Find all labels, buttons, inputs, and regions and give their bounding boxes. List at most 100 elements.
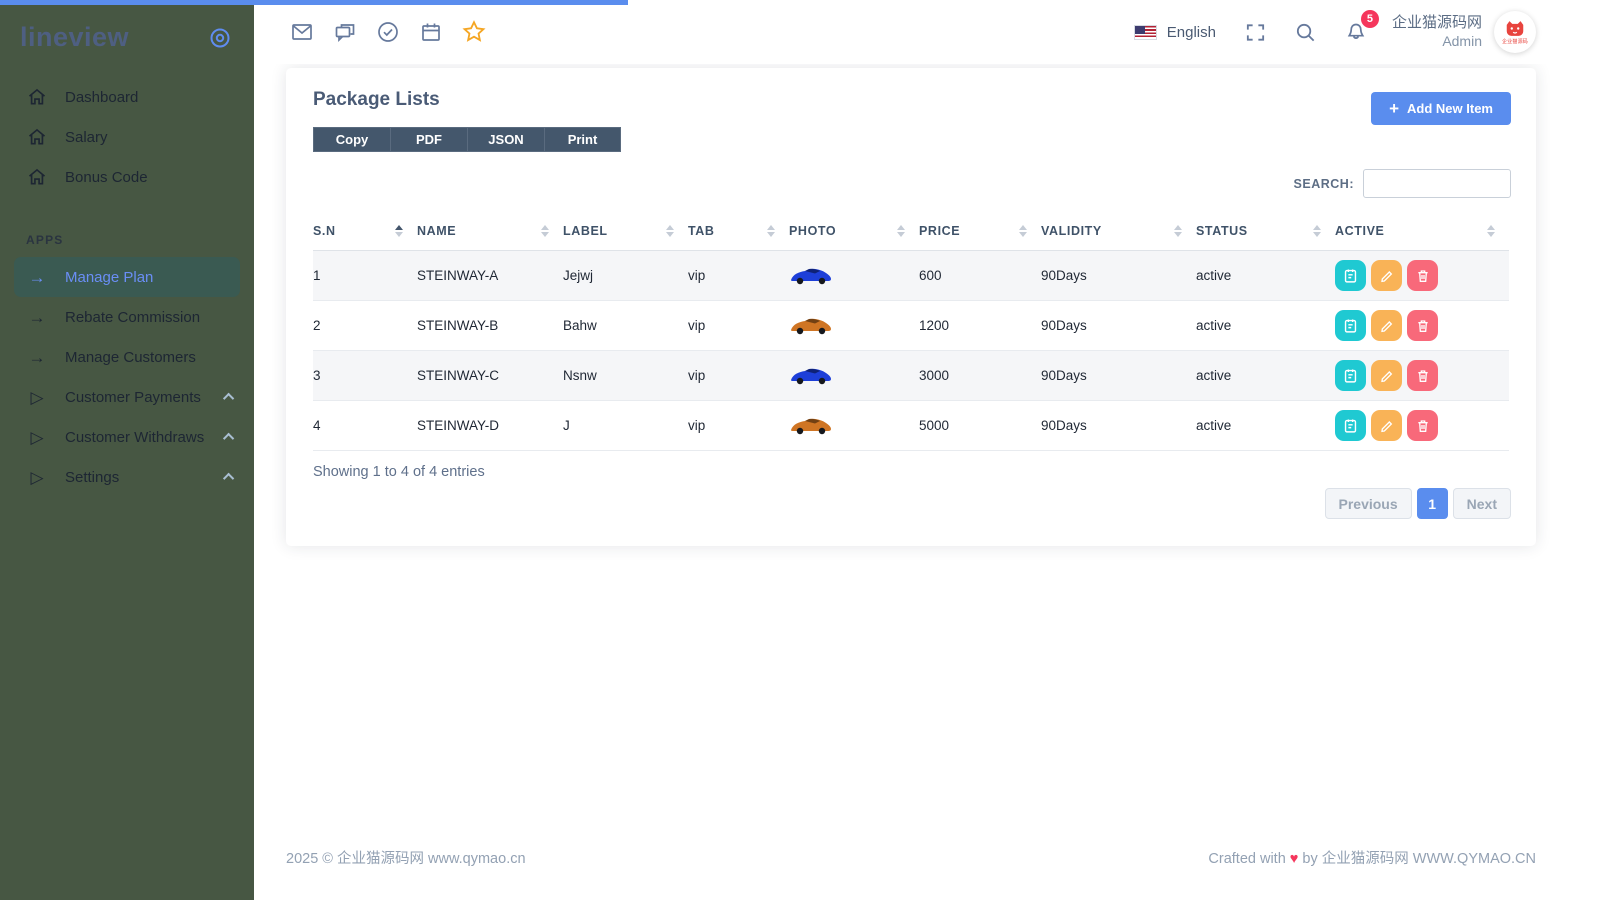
edit-button[interactable] xyxy=(1371,410,1402,441)
chat-icon[interactable] xyxy=(331,18,359,46)
language-selector[interactable]: English xyxy=(1167,24,1216,41)
footer-copyright: 2025 © 企业猫源码网 www.qymao.cn xyxy=(286,847,526,868)
cell-price: 5000 xyxy=(919,401,1041,451)
column-header-validity[interactable]: VALIDITY xyxy=(1041,214,1196,251)
loading-progress-bar xyxy=(0,0,628,5)
cell-status: active xyxy=(1196,301,1335,351)
table-header-row: S.N NAME LABEL TAB PHOTO PRICE VALIDITY … xyxy=(313,214,1509,251)
car-photo xyxy=(789,364,833,388)
star-icon[interactable] xyxy=(460,18,488,46)
page-footer: 2025 © 企业猫源码网 www.qymao.cn Crafted with♥… xyxy=(286,847,1536,868)
previous-page-button[interactable]: Previous xyxy=(1325,488,1412,519)
triangle-right-icon: ▷ xyxy=(26,429,48,446)
table-row: 3 STEINWAY-C Nsnw vip 3000 90Days active xyxy=(313,351,1509,401)
sidebar-item-salary[interactable]: Salary xyxy=(0,117,254,157)
column-header-label[interactable]: LABEL xyxy=(563,214,688,251)
top-header: English 5 企业猫源码网 Admin 企业猫源码 xyxy=(254,0,1600,64)
sidebar-item-label: Manage Customers xyxy=(65,349,234,366)
cell-sn: 3 xyxy=(313,351,417,401)
sidebar-item-label: Salary xyxy=(65,129,234,146)
cell-photo xyxy=(789,401,919,451)
cell-tab: vip xyxy=(688,251,789,301)
mail-icon[interactable] xyxy=(288,18,316,46)
user-org-name: 企业猫源码网 xyxy=(1392,14,1482,33)
calendar-icon[interactable] xyxy=(417,18,445,46)
us-flag-icon[interactable] xyxy=(1134,25,1157,40)
json-button[interactable]: JSON xyxy=(467,127,544,152)
plus-icon: + xyxy=(1389,99,1399,119)
notifications-bell-icon[interactable]: 5 xyxy=(1342,18,1370,46)
cell-validity: 90Days xyxy=(1041,301,1196,351)
sidebar-item-bonus-code[interactable]: Bonus Code xyxy=(0,157,254,197)
app-logo[interactable]: lineview xyxy=(20,22,129,53)
sidebar-item-customer-withdraws[interactable]: ▷ Customer Withdraws xyxy=(0,417,254,457)
column-header-tab[interactable]: TAB xyxy=(688,214,789,251)
copy-button[interactable]: Copy xyxy=(313,127,390,152)
arrow-right-icon: → xyxy=(26,349,48,366)
sidebar-item-rebate-commission[interactable]: → Rebate Commission xyxy=(0,297,254,337)
sidebar-item-customer-payments[interactable]: ▷ Customer Payments xyxy=(0,377,254,417)
cell-label: Nsnw xyxy=(563,351,688,401)
cell-label: Jejwj xyxy=(563,251,688,301)
cell-sn: 1 xyxy=(313,251,417,301)
table-row: 1 STEINWAY-A Jejwj vip 600 90Days active xyxy=(313,251,1509,301)
sidebar-item-label: Dashboard xyxy=(65,89,234,106)
delete-button[interactable] xyxy=(1407,410,1438,441)
sidebar-item-dashboard[interactable]: Dashboard xyxy=(0,77,254,117)
sidebar-item-label: Customer Withdraws xyxy=(65,429,226,446)
header-quick-icons xyxy=(288,18,488,46)
export-button-group: Copy PDF JSON Print xyxy=(313,127,621,152)
add-new-item-button[interactable]: + Add New Item xyxy=(1371,92,1511,125)
edit-button[interactable] xyxy=(1371,260,1402,291)
sidebar-item-settings[interactable]: ▷ Settings xyxy=(0,457,254,497)
cell-label: Bahw xyxy=(563,301,688,351)
user-avatar[interactable]: 企业猫源码 xyxy=(1494,11,1536,53)
pdf-button[interactable]: PDF xyxy=(390,127,467,152)
cell-price: 3000 xyxy=(919,351,1041,401)
user-role: Admin xyxy=(1392,33,1482,51)
footer-credit-suffix: by 企业猫源码网 WWW.QYMAO.CN xyxy=(1302,851,1536,867)
cell-validity: 90Days xyxy=(1041,251,1196,301)
next-page-button[interactable]: Next xyxy=(1453,488,1511,519)
view-button[interactable] xyxy=(1335,310,1366,341)
check-circle-icon[interactable] xyxy=(374,18,402,46)
home-icon xyxy=(26,87,48,107)
arrow-right-icon: → xyxy=(26,309,48,326)
search-input[interactable] xyxy=(1363,169,1511,198)
sidebar-item-manage-customers[interactable]: → Manage Customers xyxy=(0,337,254,377)
column-header-price[interactable]: PRICE xyxy=(919,214,1041,251)
delete-button[interactable] xyxy=(1407,260,1438,291)
view-button[interactable] xyxy=(1335,260,1366,291)
column-header-name[interactable]: NAME xyxy=(417,214,563,251)
edit-button[interactable] xyxy=(1371,310,1402,341)
column-header-active[interactable]: ACTIVE xyxy=(1335,214,1509,251)
column-header-sn[interactable]: S.N xyxy=(313,214,417,251)
cell-status: active xyxy=(1196,251,1335,301)
print-button[interactable]: Print xyxy=(544,127,621,152)
sidebar-pin-icon[interactable] xyxy=(208,26,232,50)
search-label: SEARCH: xyxy=(1294,177,1354,191)
edit-button[interactable] xyxy=(1371,360,1402,391)
row-actions xyxy=(1335,360,1501,391)
sidebar-menu: Dashboard Salary Bonus Code APPS → Manag… xyxy=(0,77,254,497)
sidebar-item-manage-plan[interactable]: → Manage Plan xyxy=(14,257,240,297)
home-icon xyxy=(26,167,48,187)
cell-status: active xyxy=(1196,401,1335,451)
column-header-photo[interactable]: PHOTO xyxy=(789,214,919,251)
column-header-status[interactable]: STATUS xyxy=(1196,214,1335,251)
page-1-button[interactable]: 1 xyxy=(1417,488,1448,519)
cell-price: 1200 xyxy=(919,301,1041,351)
row-actions xyxy=(1335,260,1501,291)
arrow-right-icon: → xyxy=(26,269,48,286)
search-icon[interactable] xyxy=(1292,18,1320,46)
entries-summary: Showing 1 to 4 of 4 entries xyxy=(313,464,485,480)
cell-name: STEINWAY-C xyxy=(417,351,563,401)
view-button[interactable] xyxy=(1335,360,1366,391)
view-button[interactable] xyxy=(1335,410,1366,441)
car-photo xyxy=(789,414,833,438)
cell-name: STEINWAY-A xyxy=(417,251,563,301)
cell-sn: 4 xyxy=(313,401,417,451)
delete-button[interactable] xyxy=(1407,360,1438,391)
fullscreen-icon[interactable] xyxy=(1242,18,1270,46)
delete-button[interactable] xyxy=(1407,310,1438,341)
